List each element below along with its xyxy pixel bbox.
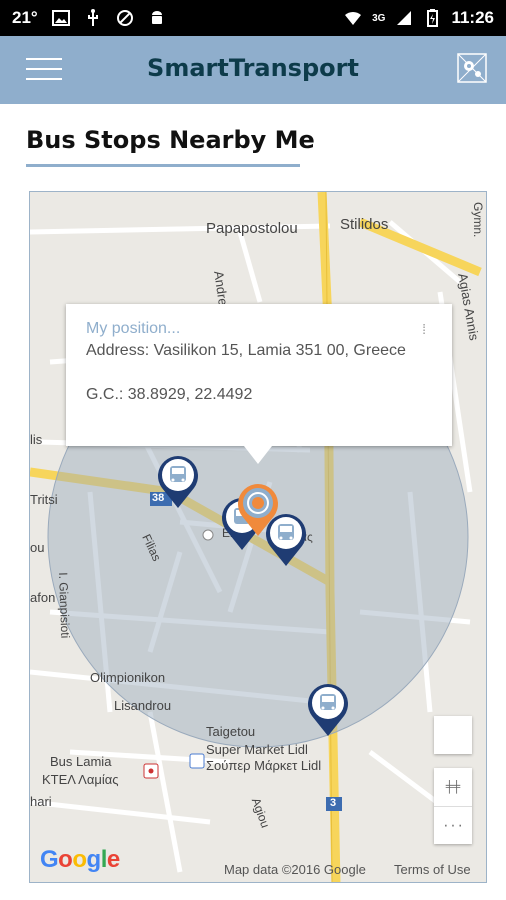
popup-address: Address: Vasilikon 15, Lamia 351 00, Gre… (86, 342, 406, 359)
section-title: Bus Stops Nearby Me (26, 126, 315, 154)
street-label-ou: ou (30, 540, 45, 555)
status-bar: 21° 3G 11:26 (0, 0, 506, 36)
place-label-supermarket-lidl: Super Market Lidl (206, 742, 308, 757)
map-gear-icon (457, 53, 487, 83)
street-label-lisandrou: Lisandrou (114, 698, 172, 713)
app-bar: SmartTransport (0, 36, 506, 104)
terms-of-use-link[interactable]: Terms of Use (394, 862, 471, 877)
place-label-bus-lamia: Bus Lamia (50, 754, 112, 769)
network-type-text: 3G (372, 12, 386, 24)
bus-stop-marker[interactable] (306, 682, 350, 738)
wifi-icon (345, 11, 362, 25)
zoom-out-icon: ··· (442, 819, 464, 833)
app-title: SmartTransport (147, 54, 359, 82)
zoom-controls: ╪╪ ··· (434, 768, 472, 844)
usb-icon (87, 9, 98, 26)
street-label-lis: lis (30, 432, 43, 447)
zoom-in-button[interactable]: ╪╪ (434, 768, 472, 806)
battery-icon (427, 9, 439, 27)
street-label-gianpisioti: I. Gianpisioti (56, 572, 73, 639)
street-label-olimpionikon: Olimpionikon (90, 670, 166, 685)
place-label-souper-market-lidl: Σούπερ Μάρκετ Lidl (206, 758, 322, 773)
title-underline (26, 164, 300, 167)
place-label-ktel-lamias: ΚΤΕΛ Λαμίας (42, 772, 119, 787)
street-label-stilidos: Stilidos (340, 216, 389, 233)
map-settings-button[interactable] (454, 50, 490, 86)
map-view[interactable]: 38 3 Papapostolou Stilidos Andrea Papand… (29, 191, 487, 883)
my-position-marker[interactable] (236, 482, 280, 538)
street-label-taigetou: Taigetou (206, 724, 256, 739)
zoom-out-button[interactable]: ··· (434, 807, 472, 845)
street-label-tritsi: Tritsi (30, 492, 58, 507)
position-info-popup[interactable]: My position... Address: Vasilikon 15, La… (66, 304, 452, 464)
map-data-attribution: Map data ©2016 Google (224, 862, 366, 877)
blocked-icon (116, 10, 133, 26)
temperature-text: 21° (12, 8, 38, 27)
my-location-button[interactable] (434, 716, 472, 754)
bus-stop-marker[interactable] (156, 454, 200, 510)
street-label-papapostolou: Papapostolou (206, 220, 298, 237)
image-icon (51, 10, 70, 26)
popup-scroll-indicator-icon: ⁞ (422, 321, 426, 337)
popup-title: My position... (86, 320, 181, 337)
popup-coordinates: G.C.: 38.8929, 22.4492 (86, 386, 253, 403)
google-logo: Google (40, 846, 120, 873)
route-badge-3-label: 3 (330, 797, 337, 809)
street-label-gymn: Gymn. (471, 202, 485, 238)
android-icon (151, 11, 162, 24)
street-label-afon: afon (30, 590, 56, 605)
zoom-in-icon: ╪╪ (445, 780, 461, 794)
signal-icon (397, 11, 412, 25)
clock-text: 11:26 (451, 8, 494, 27)
street-label-hari: hari (30, 794, 52, 809)
